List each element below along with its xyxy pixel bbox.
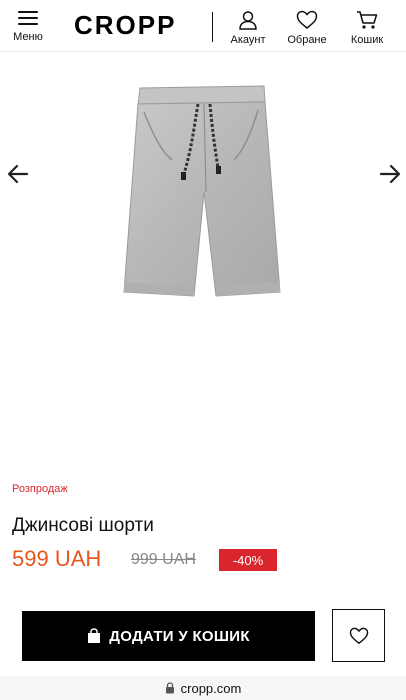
arrow-right-icon[interactable]: [378, 162, 402, 186]
sale-badge: Розпродаж: [12, 483, 68, 495]
product-gallery: [0, 52, 406, 472]
add-to-cart-label: ДОДАТИ У КОШИК: [109, 627, 250, 645]
cart-button[interactable]: Кошик: [344, 10, 390, 46]
wishlist-button[interactable]: [332, 609, 385, 662]
user-icon: [239, 11, 257, 30]
bag-icon: [88, 628, 101, 643]
url-text: cropp.com: [180, 680, 242, 696]
site-header: Меню CROPP Акаунт Обране Кошик: [0, 0, 406, 52]
account-label: Акаунт: [230, 34, 266, 46]
menu-button[interactable]: Меню: [8, 11, 48, 43]
old-price: 999 UAH: [131, 551, 196, 568]
menu-label: Меню: [13, 31, 43, 43]
cart-label: Кошик: [350, 34, 384, 46]
header-divider: [212, 12, 213, 42]
cart-icon: [357, 11, 378, 29]
logo[interactable]: CROPP: [74, 10, 176, 41]
lock-icon: [165, 682, 174, 694]
add-to-cart-button[interactable]: ДОДАТИ У КОШИК: [22, 611, 315, 661]
heart-icon: [349, 627, 368, 644]
favorites-button[interactable]: Обране: [282, 10, 332, 46]
current-price: 599 UAH: [12, 546, 102, 571]
menu-icon: [18, 11, 38, 25]
favorites-label: Обране: [287, 34, 327, 46]
product-title: Джинсові шорти: [12, 515, 154, 536]
discount-badge: -40%: [219, 549, 277, 571]
browser-url-bar[interactable]: cropp.com: [0, 676, 406, 700]
arrow-left-icon[interactable]: [6, 162, 30, 186]
heart-icon: [296, 10, 318, 29]
product-page: Меню CROPP Акаунт Обране Кошик Розпродаж…: [0, 0, 406, 700]
product-image: [123, 85, 281, 297]
account-button[interactable]: Акаунт: [226, 10, 270, 46]
